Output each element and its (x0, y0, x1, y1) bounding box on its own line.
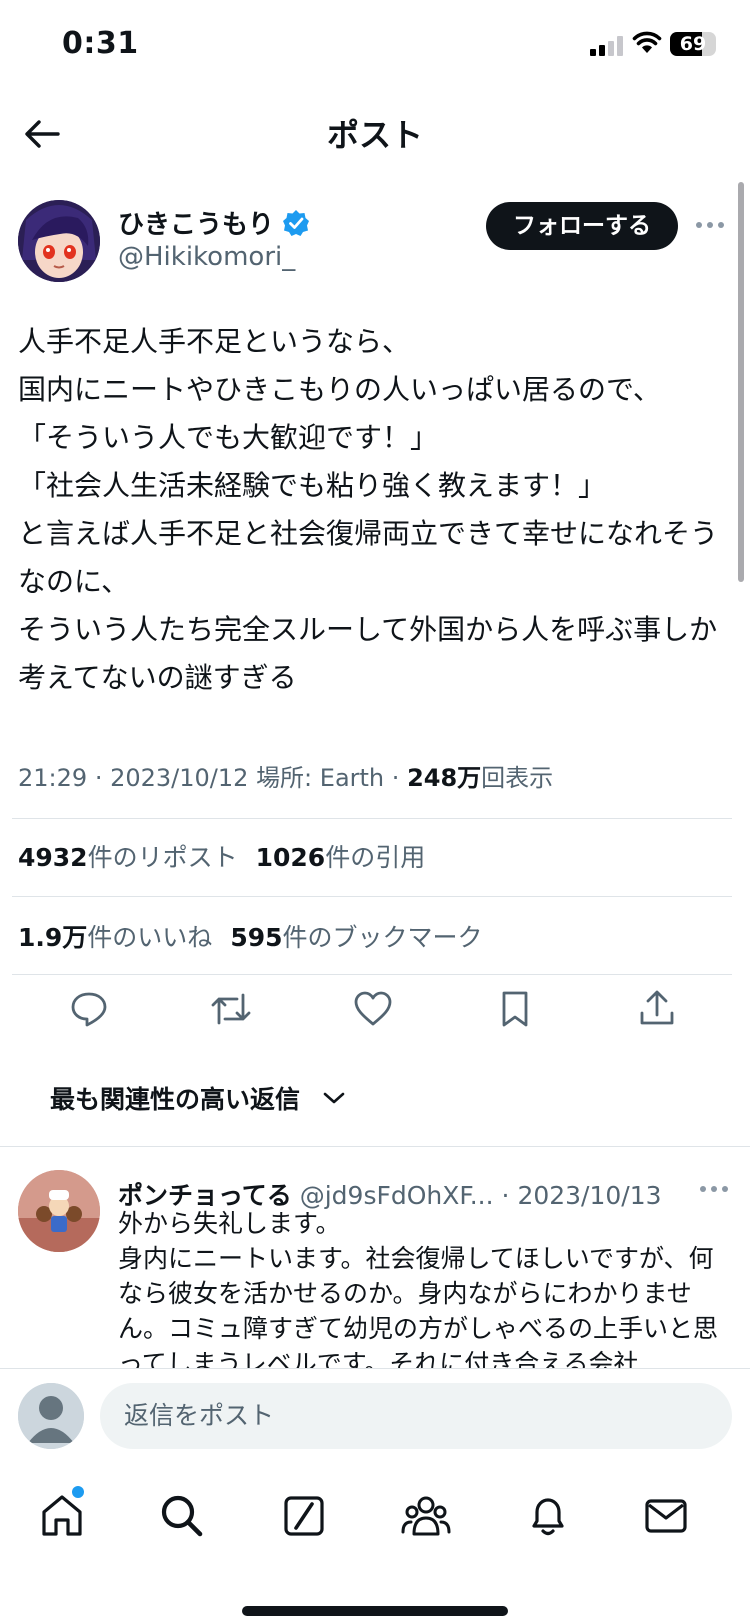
reply-icon (71, 992, 107, 1027)
stats-row-likes: 1.9万件のいいね 595件のブックマーク (18, 918, 483, 954)
bookmarks-stat[interactable]: 595件のブックマーク (230, 918, 482, 954)
like-button[interactable] (346, 982, 400, 1036)
battery-level: 69 (679, 33, 707, 55)
more-options-icon[interactable] (692, 210, 728, 240)
reposts-label: 件のリポスト (87, 843, 238, 872)
reply-more-icon[interactable] (700, 1186, 728, 1192)
tab-grok[interactable] (276, 1488, 332, 1544)
likes-stat[interactable]: 1.9万件のいいね (18, 918, 212, 954)
search-icon (161, 1495, 203, 1537)
tweet-author: ひきこうもり @Hikikomori_ フォローする (18, 200, 730, 284)
repost-icon (211, 993, 251, 1025)
share-icon (640, 990, 674, 1025)
likes-count: 1.9万 (18, 923, 88, 952)
tweet-time: 21:29 (18, 764, 88, 792)
quotes-count: 1026 (255, 843, 326, 872)
scrollbar[interactable] (738, 182, 744, 582)
tab-communities[interactable] (398, 1488, 454, 1544)
tab-messages[interactable] (638, 1488, 694, 1544)
home-indicator[interactable] (242, 1606, 508, 1616)
home-icon (42, 1495, 82, 1536)
tweet-date: 2023/10/12 (110, 764, 249, 792)
reply-text: 外から失礼します。 身内にニートいます。社会復帰してほしいですが、何なら彼女を活… (118, 1209, 719, 1368)
messages-icon (645, 1499, 687, 1533)
reply-composer: 返信をポスト (0, 1368, 750, 1470)
follow-button[interactable]: フォローする (486, 202, 678, 250)
author-name[interactable]: ひきこうもり (118, 204, 274, 241)
divider (12, 896, 732, 897)
user-avatar-icon[interactable] (18, 1383, 84, 1449)
bookmark-icon (502, 991, 528, 1027)
likes-label: 件のいいね (87, 923, 213, 952)
communities-icon (401, 1496, 451, 1536)
battery-icon: 69 (670, 32, 716, 56)
reply-sort-selector[interactable]: 最も関連性の高い返信 (50, 1080, 346, 1116)
divider (12, 818, 732, 819)
page-title: ポスト (326, 116, 423, 154)
home-notification-dot (72, 1486, 84, 1498)
views-count: 248万 (407, 764, 482, 792)
reply-button[interactable] (62, 982, 116, 1036)
chevron-down-icon (323, 1092, 345, 1104)
grok-icon (284, 1496, 324, 1536)
meta-separator: · (391, 764, 400, 792)
tab-notifications[interactable] (520, 1488, 576, 1544)
avatar[interactable] (18, 200, 100, 282)
meta-separator: · (94, 764, 103, 792)
share-button[interactable] (630, 982, 684, 1036)
quotes-stat[interactable]: 1026件の引用 (256, 838, 426, 874)
tweet-meta: 21:29 · 2023/10/12 場所: Earth · 248万回表示 (18, 758, 553, 793)
wifi-icon (632, 31, 662, 59)
divider (0, 1146, 750, 1147)
repost-button[interactable] (204, 982, 258, 1036)
avatar[interactable] (18, 1170, 100, 1252)
tweet-text: 人手不足人手不足というなら、 国内にニートやひきこもりの人いっぱい居るので、 「… (18, 325, 719, 694)
tab-search[interactable] (154, 1488, 210, 1544)
status-time: 0:31 (62, 26, 139, 61)
divider (12, 974, 732, 975)
views-label: 回表示 (481, 764, 554, 792)
bookmark-button[interactable] (488, 982, 542, 1036)
signal-icon (590, 36, 624, 56)
notifications-icon (532, 1498, 564, 1536)
stats-row-reposts: 4932件のリポスト 1026件の引用 (18, 838, 425, 874)
tweet-location: 場所: Earth (256, 764, 385, 792)
bookmarks-label: 件のブックマーク (282, 923, 483, 952)
sort-label: 最も関連性の高い返信 (50, 1085, 301, 1114)
bookmarks-count: 595 (230, 923, 283, 952)
quotes-label: 件の引用 (325, 843, 426, 872)
reply-input[interactable]: 返信をポスト (100, 1383, 732, 1449)
author-name-row: ひきこうもり (118, 204, 310, 241)
reposts-stat[interactable]: 4932件のリポスト (18, 838, 238, 874)
author-handle[interactable]: @Hikikomori_ (118, 242, 295, 272)
reposts-count: 4932 (18, 843, 88, 872)
top-nav: ポスト (0, 90, 750, 176)
tweet-actions (0, 982, 750, 1036)
like-icon (354, 991, 392, 1026)
verified-badge-icon (283, 209, 310, 236)
bottom-tab-bar (0, 1470, 750, 1624)
status-bar: 0:31 69 (0, 0, 750, 90)
reply-item[interactable]: ポンチョってる @jd9sFdOhXF... · 2023/10/13 外から失… (0, 1150, 750, 1368)
